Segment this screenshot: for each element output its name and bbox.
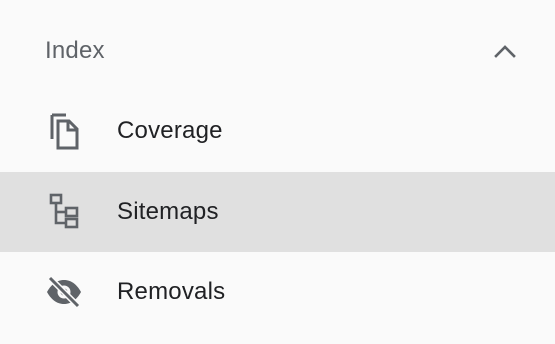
nav-item-coverage[interactable]: Coverage	[0, 91, 555, 171]
nav-item-removals[interactable]: Removals	[0, 252, 555, 332]
nav-item-sitemaps[interactable]: Sitemaps	[0, 172, 555, 252]
chevron-up-icon[interactable]	[492, 41, 518, 61]
nav-item-label: Coverage	[117, 117, 223, 144]
section-title: Index	[45, 37, 105, 64]
index-nav-section: Index Coverage Sitemaps Removals	[0, 0, 555, 344]
eye-off-icon	[44, 272, 84, 312]
copy-icon	[44, 111, 84, 151]
nav-item-label: Removals	[117, 278, 226, 305]
sitemap-icon	[44, 192, 84, 232]
nav-item-label: Sitemaps	[117, 198, 219, 225]
index-section-header[interactable]: Index	[0, 11, 555, 91]
